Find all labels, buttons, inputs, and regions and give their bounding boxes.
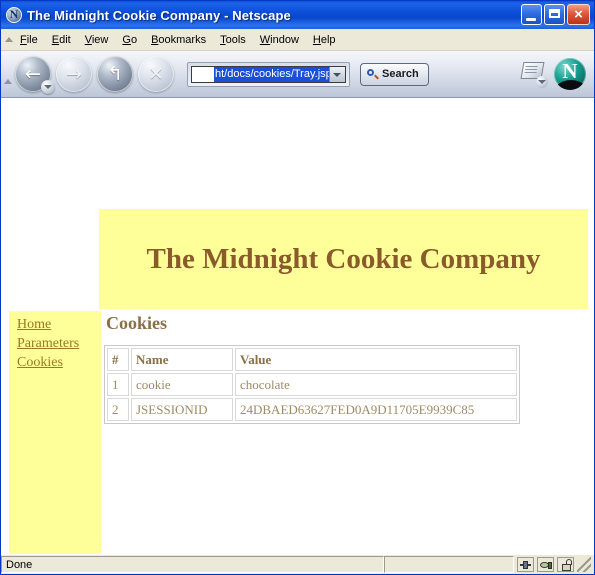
cookie-icon[interactable] [537,557,554,572]
search-button[interactable]: Search [360,62,429,86]
reload-arrow-icon: ↰ [107,63,123,85]
menu-item-view[interactable]: View [78,32,116,48]
status-bar: Done [1,554,594,574]
cell-value: chocolate [235,373,517,396]
url-input[interactable]: ht/docs/cookies/Tray.jsp? [191,65,346,83]
menu-item-edit[interactable]: Edit [45,32,78,48]
close-button[interactable]: × [567,4,590,25]
menu-item-bookmarks[interactable]: Bookmarks [144,32,213,48]
back-history-dropdown[interactable] [41,80,55,94]
page-banner: The Midnight Cookie Company [99,209,588,309]
table-header-row: # Name Value [107,348,517,371]
window-controls: × [521,4,590,25]
close-icon: × [574,6,583,23]
cell-name: cookie [131,373,233,396]
column-header-value: Value [235,348,517,371]
netscape-n-logo[interactable] [554,58,586,90]
window-title: The Midnight Cookie Company - Netscape [27,7,291,23]
menu-item-window[interactable]: Window [253,32,306,48]
maximize-icon [549,9,560,18]
table-row: 1 cookie chocolate [107,373,517,396]
menu-item-help[interactable]: Help [306,32,343,48]
print-page-icon[interactable] [518,59,548,89]
page-title: Cookies [106,313,168,333]
column-header-index: # [107,348,129,371]
navigation-toolbar: ← → ↰ ✕ ht/docs/cookies/Tray.jsp? Search [1,51,594,98]
minimize-icon [526,18,536,21]
status-message: Done [1,556,384,573]
cell-index: 1 [107,373,129,396]
url-text: ht/docs/cookies/Tray.jsp? [214,66,329,82]
toolbar-right-group [518,58,594,90]
back-button[interactable]: ← [15,56,55,94]
main-content: Cookies # Name Value 1 cookie chocolate [104,313,588,424]
page-viewport: The Midnight Cookie Company Home Paramet… [1,98,594,554]
menubar-grip[interactable] [3,32,13,48]
table-row: 2 JSESSIONID 24DBAED63627FED0A9D11705E99… [107,398,517,421]
netscape-globe-icon [6,7,22,23]
forward-arrow-icon: → [66,63,82,85]
cell-name: JSESSIONID [131,398,233,421]
sidebar-item-parameters[interactable]: Parameters [9,336,101,355]
connection-icon[interactable] [517,557,534,572]
menu-item-go[interactable]: Go [115,32,144,48]
url-dropdown-arrow[interactable] [329,66,345,82]
maximize-button[interactable] [544,4,565,25]
search-button-label: Search [382,68,419,80]
status-icon-group [514,556,594,573]
banner-title: The Midnight Cookie Company [146,242,541,275]
sidebar-item-home[interactable]: Home [9,317,101,336]
browser-window: The Midnight Cookie Company - Netscape ×… [0,0,595,575]
minimize-button[interactable] [521,4,542,25]
reload-button[interactable]: ↰ [97,56,133,92]
print-dropdown-arrow[interactable] [536,76,548,88]
sidebar-nav: Home Parameters Cookies [9,311,101,554]
menu-item-file[interactable]: File [13,32,45,48]
title-bar: The Midnight Cookie Company - Netscape × [1,1,594,29]
menu-bar: File Edit View Go Bookmarks Tools Window… [1,29,594,51]
menu-item-tools[interactable]: Tools [213,32,253,48]
column-header-name: Name [131,348,233,371]
forward-button: → [56,56,92,92]
unlocked-padlock-icon[interactable] [557,557,574,572]
search-icon [367,68,378,80]
url-favicon-slot [192,66,214,82]
cell-index: 2 [107,398,129,421]
stop-button[interactable]: ✕ [138,56,174,92]
stop-cross-icon: ✕ [148,63,164,85]
sidebar-item-cookies[interactable]: Cookies [9,355,101,374]
location-bar-container: ht/docs/cookies/Tray.jsp? [187,61,350,87]
cell-value: 24DBAED63627FED0A9D11705E9939C85 [235,398,517,421]
toolbar-grip[interactable] [3,51,13,97]
resize-grip[interactable] [577,557,591,572]
status-progress-area [384,556,514,573]
cookies-table: # Name Value 1 cookie chocolate 2 JSESSI… [104,345,520,424]
